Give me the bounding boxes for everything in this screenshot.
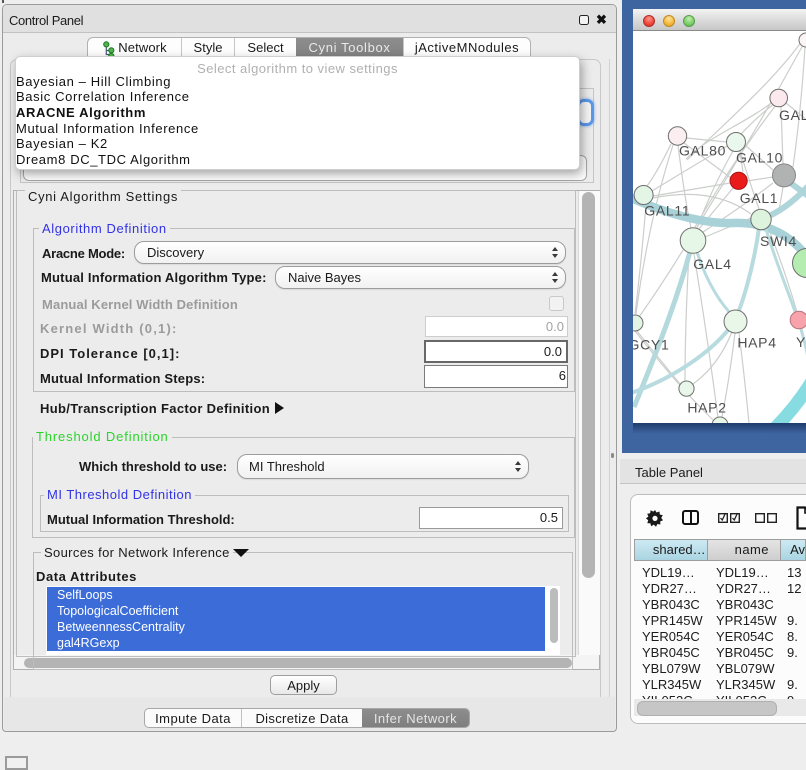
svg-text:GAL80: GAL80 (679, 143, 726, 159)
svg-text:HAP4: HAP4 (737, 335, 776, 351)
svg-text:HAP2: HAP2 (687, 400, 726, 416)
svg-text:GAL10: GAL10 (736, 150, 783, 166)
svg-text:GAL11: GAL11 (644, 203, 690, 219)
svg-text:GAL4: GAL4 (693, 256, 732, 272)
svg-text:SWI4: SWI4 (760, 233, 797, 249)
svg-text:GAL2: GAL2 (779, 107, 806, 123)
svg-text:GAL1: GAL1 (740, 190, 779, 206)
svg-text:YM: YM (796, 334, 806, 350)
svg-text:GCY1: GCY1 (633, 337, 669, 353)
